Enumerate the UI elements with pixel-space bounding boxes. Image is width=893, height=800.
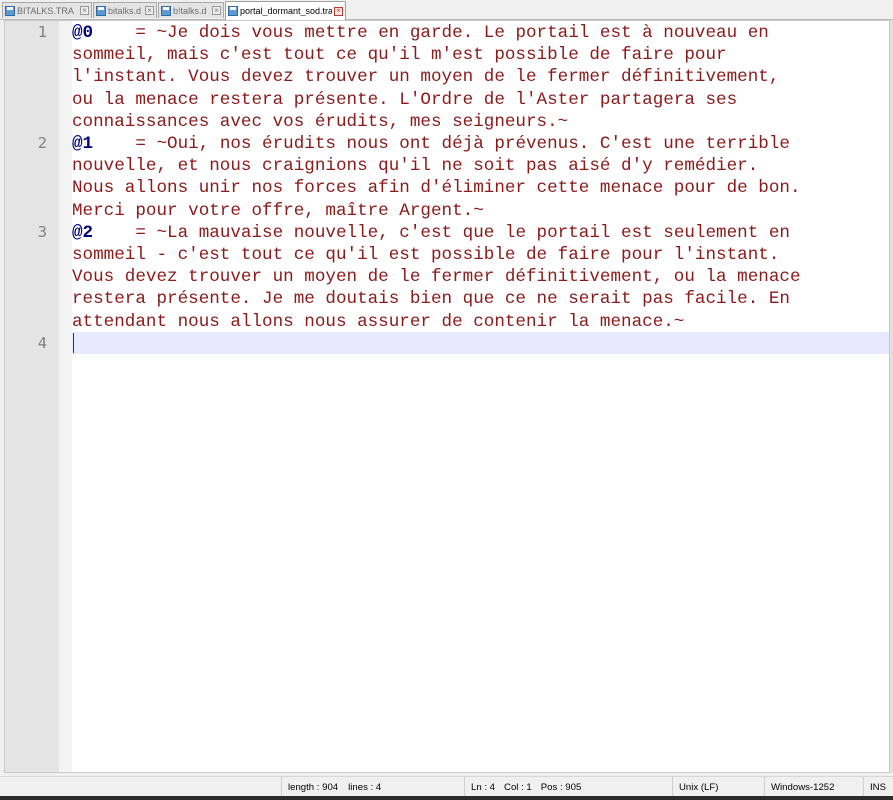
- file-icon: [5, 5, 15, 16]
- tra-key: @1: [72, 134, 94, 154]
- close-icon[interactable]: ×: [145, 6, 154, 15]
- tab-label: b!talks.d: [173, 5, 207, 16]
- tab-label: BITALKS.TRA: [17, 5, 74, 16]
- text-line: attendant nous allons nous assurer de co…: [72, 311, 889, 333]
- line-text: ou la menace restera présente. L'Ordre d…: [72, 89, 738, 110]
- text-line: restera présente. Je me doutais bien que…: [72, 288, 889, 310]
- line-text: Merci pour votre offre, maître Argent.~: [72, 200, 484, 221]
- status-ln: Ln : 4: [471, 781, 496, 793]
- status-eol-format[interactable]: Unix (LF): [672, 777, 764, 797]
- line-number-gutter: 1 2 3 4: [5, 21, 59, 772]
- status-mode-label: INS: [870, 781, 886, 793]
- fold-margin: [59, 21, 72, 772]
- text-line: @0 = ~Je dois vous mettre en garde. Le p…: [72, 22, 889, 44]
- tra-key: @2: [72, 222, 94, 243]
- tab-btalks-d[interactable]: b!talks.d ×: [158, 2, 224, 18]
- line-text: sommeil - c'est tout ce qu'il est possib…: [72, 245, 780, 265]
- text-line: ou la menace restera présente. L'Ordre d…: [72, 89, 889, 111]
- text-line: nouvelle, et nous craignions qu'il ne so…: [72, 155, 889, 177]
- status-lines: lines : 4: [348, 781, 382, 793]
- status-col: Col : 1: [504, 781, 532, 793]
- file-icon: [228, 6, 238, 16]
- line-text: connaissances avec vos érudits, mes seig…: [72, 111, 569, 132]
- line-text: restera présente. Je me doutais bien que…: [72, 289, 790, 310]
- tab-bitalks-tra[interactable]: BITALKS.TRA ×: [2, 2, 92, 18]
- close-icon[interactable]: ×: [212, 6, 221, 15]
- text-line: @1 = ~Oui, nos érudits nous ont déjà pré…: [72, 133, 889, 155]
- line-text: = ~Oui, nos érudits nous ont déjà préven…: [93, 134, 790, 154]
- status-pos: Pos : 905: [540, 781, 582, 793]
- status-length-lines: length : 904 lines : 4: [281, 777, 464, 797]
- line-number: 1: [37, 23, 47, 41]
- line-text: = ~Je dois vous mettre en garde. Le port…: [93, 23, 769, 43]
- tab-label: bitalks.d: [108, 5, 142, 16]
- text-line: Nous allons unir nos forces afin d'élimi…: [72, 177, 889, 199]
- text-line: l'instant. Vous devez trouver un moyen d…: [72, 66, 889, 88]
- line-text: = ~La mauvaise nouvelle, c'est que le po…: [93, 222, 790, 243]
- line-text: Nous allons unir nos forces afin d'élimi…: [72, 178, 801, 199]
- tab-portal-dormant-sod[interactable]: portal_dormant_sod.tra ×: [225, 1, 346, 20]
- line-text: l'instant. Vous devez trouver un moyen d…: [72, 67, 780, 88]
- tra-key: @0: [72, 23, 94, 43]
- text-line: Vous devez trouver un moyen de le fermer…: [72, 266, 889, 288]
- tab-label: portal_dormant_sod.tra: [240, 6, 332, 16]
- status-encoding-label: Windows-1252: [771, 781, 835, 793]
- line-number: 2: [37, 134, 47, 152]
- status-bar: length : 904 lines : 4 Ln : 4 Col : 1 Po…: [0, 776, 893, 797]
- text-line: connaissances avec vos érudits, mes seig…: [72, 111, 889, 133]
- status-eol: Unix (LF): [679, 781, 719, 793]
- text-line: Merci pour votre offre, maître Argent.~: [72, 200, 889, 222]
- status-cursor-position: Ln : 4 Col : 1 Pos : 905: [464, 777, 672, 797]
- text-line: @2 = ~La mauvaise nouvelle, c'est que le…: [72, 222, 889, 244]
- text-line: sommeil - c'est tout ce qu'il est possib…: [72, 244, 889, 266]
- file-icon: [161, 5, 171, 16]
- close-icon[interactable]: ×: [334, 6, 343, 16]
- status-insert-mode[interactable]: INS: [863, 777, 893, 797]
- editor[interactable]: 1 2 3 4 @0 = ~Je dois vous mettre en gar…: [4, 20, 890, 773]
- current-line-highlight: [72, 332, 889, 354]
- line-number: 4: [37, 334, 47, 352]
- text-caret: [73, 333, 74, 353]
- tab-bar: BITALKS.TRA × bitalks.d × b!talks.d × po…: [0, 0, 893, 20]
- line-text: Vous devez trouver un moyen de le fermer…: [72, 267, 801, 288]
- file-icon: [96, 5, 106, 16]
- line-text: sommeil, mais c'est tout ce qu'il m'est …: [72, 45, 727, 66]
- line-text: attendant nous allons nous assurer de co…: [72, 311, 685, 332]
- taskbar-edge: [0, 796, 893, 800]
- tab-bitalks-d[interactable]: bitalks.d ×: [93, 2, 157, 18]
- status-length: length : 904: [288, 781, 339, 793]
- status-encoding[interactable]: Windows-1252: [764, 777, 863, 797]
- text-line: sommeil, mais c'est tout ce qu'il m'est …: [72, 44, 889, 66]
- line-number: 3: [37, 223, 47, 241]
- line-text: nouvelle, et nous craignions qu'il ne so…: [72, 156, 759, 177]
- close-icon[interactable]: ×: [80, 6, 89, 15]
